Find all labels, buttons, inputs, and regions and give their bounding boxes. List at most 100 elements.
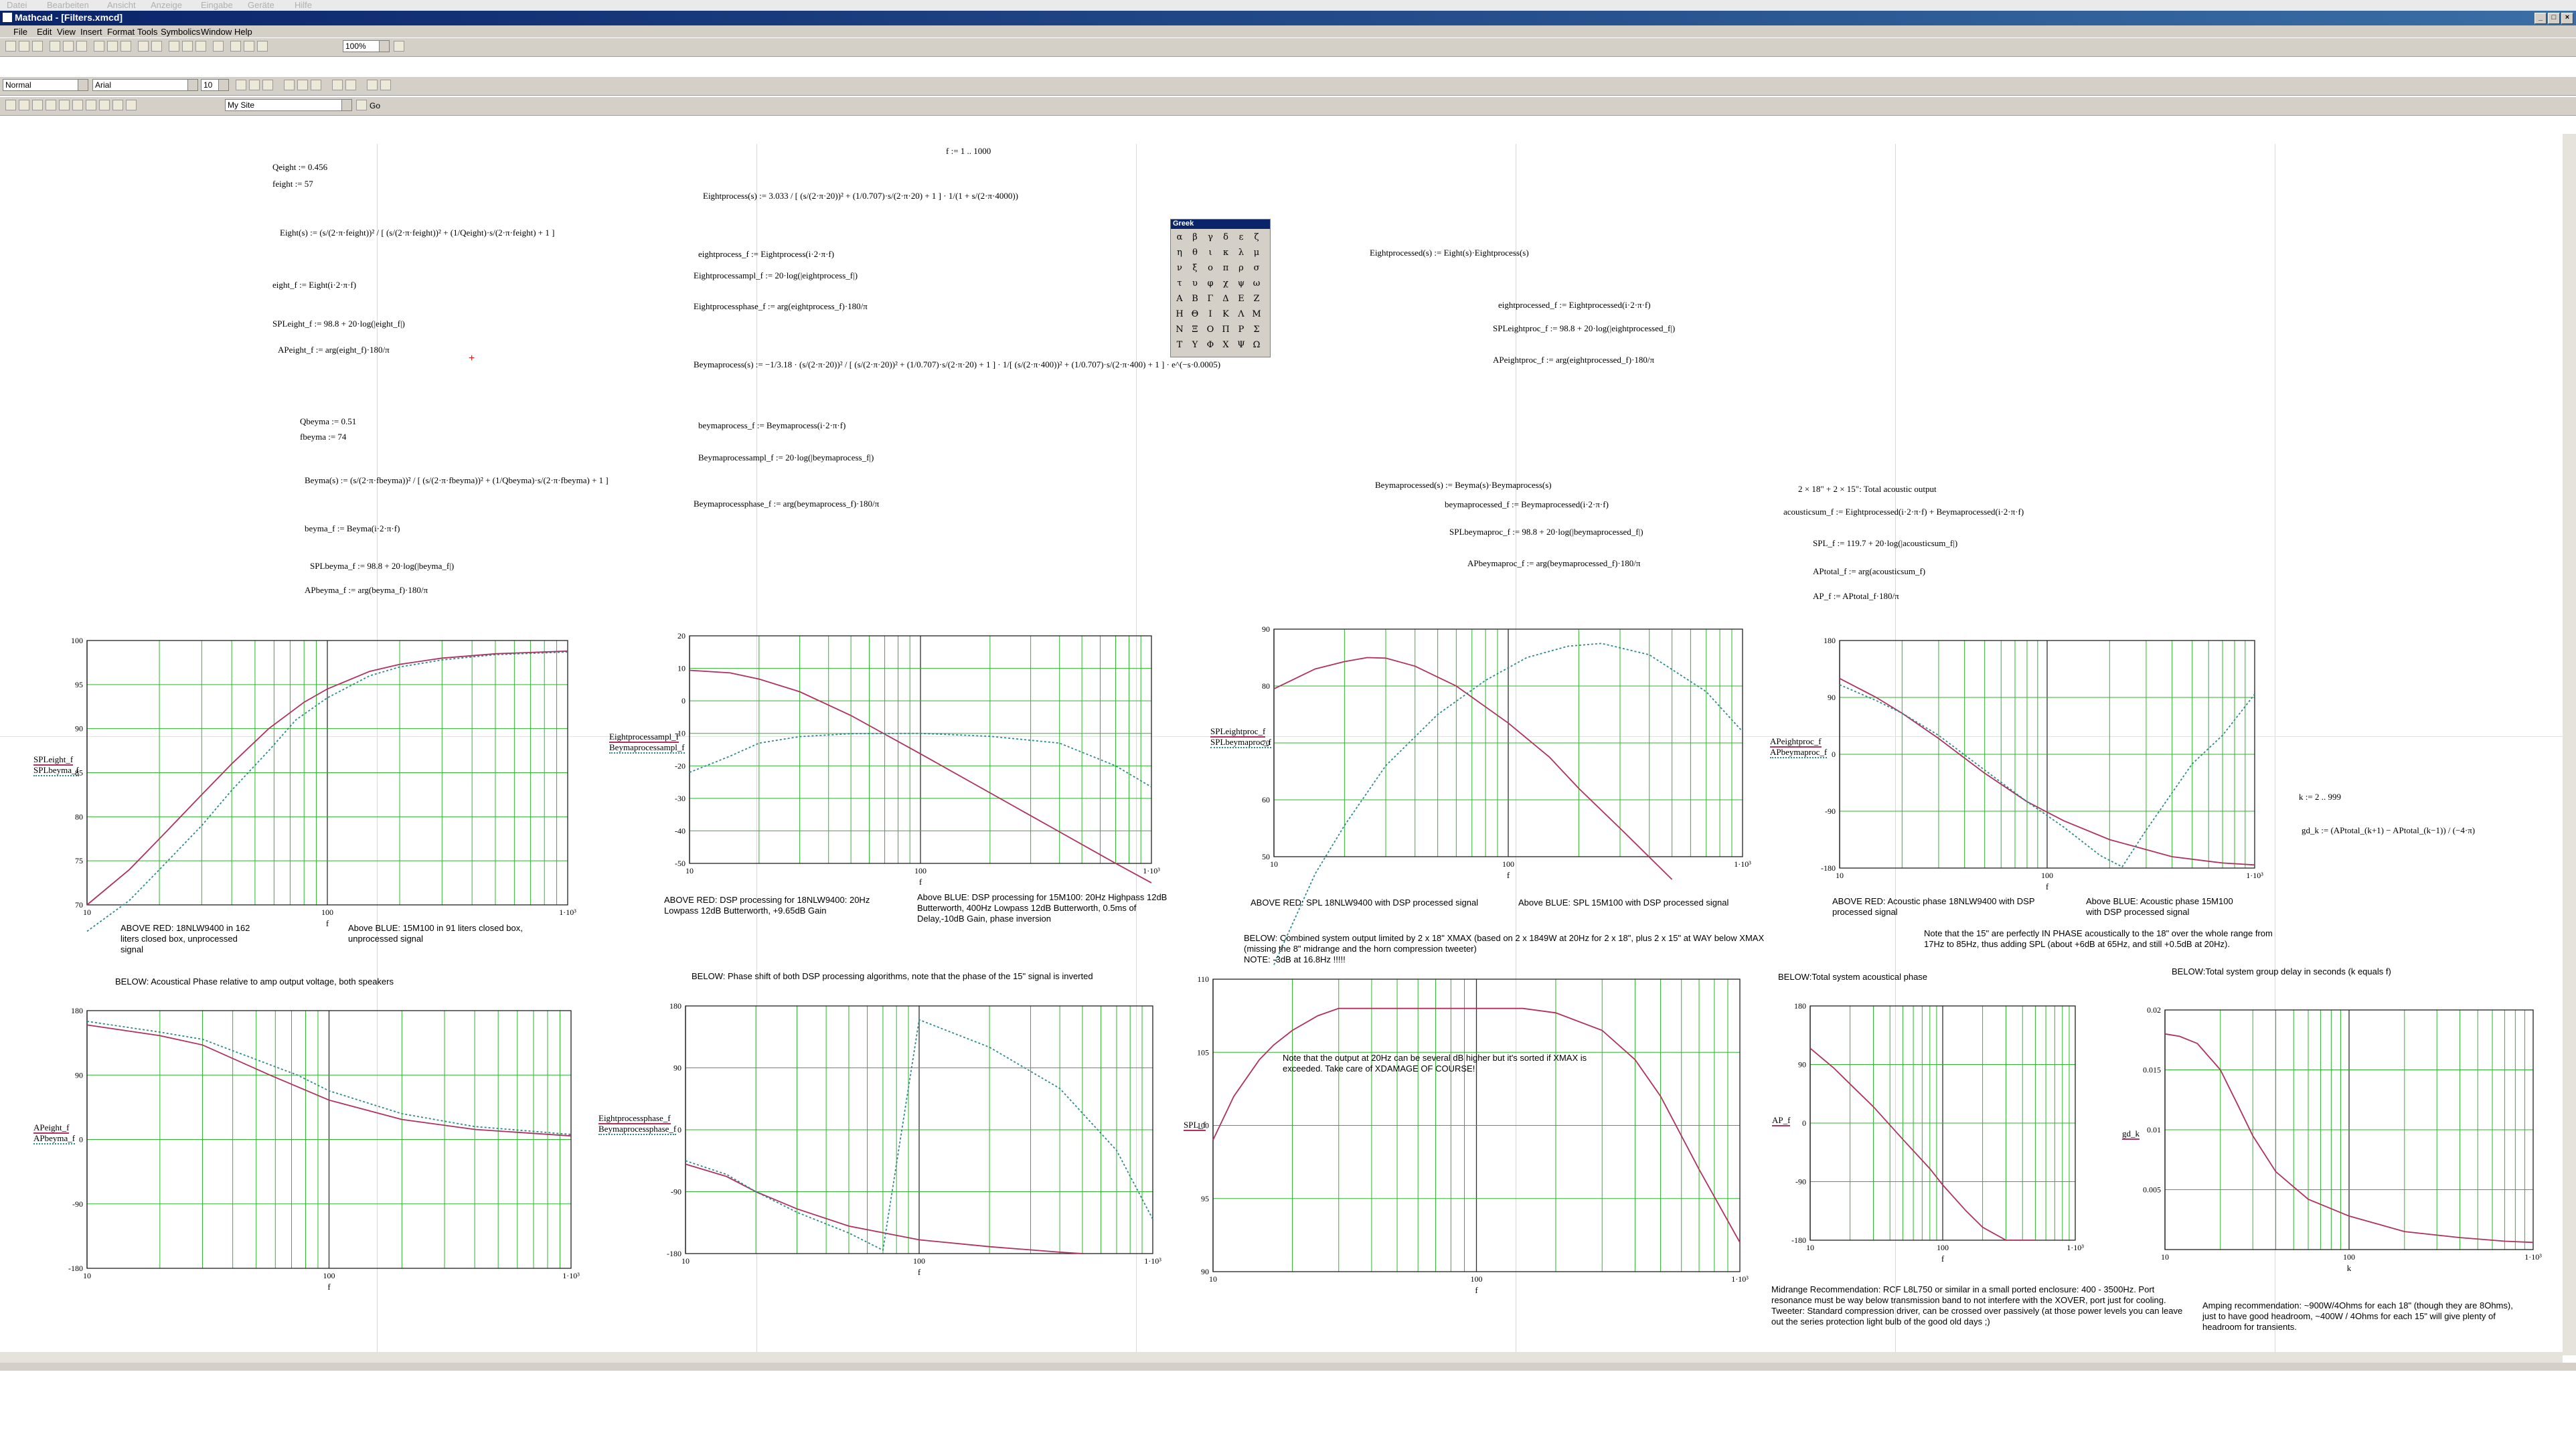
greek-letter-button[interactable]: Η bbox=[1174, 309, 1186, 321]
eq-eight-def[interactable]: Eight(s) := (s/(2·π·feight))² / [ (s/(2·… bbox=[280, 228, 554, 238]
note-plot3-3db[interactable]: NOTE: -3dB at 16.8Hz !!!!! bbox=[1244, 954, 1512, 965]
greek-letter-button[interactable]: Ρ bbox=[1235, 324, 1247, 336]
greek-letter-button[interactable]: υ bbox=[1189, 278, 1201, 290]
go-label[interactable]: Go bbox=[370, 101, 380, 110]
greek-letter-button[interactable]: Κ bbox=[1220, 309, 1232, 321]
menu-symbolics[interactable]: Symbolics bbox=[161, 27, 200, 37]
plot-phase-unprocessed[interactable]: 180 90 0 -90 -18010 100 1·10³ f bbox=[47, 1004, 611, 1302]
eq-k-range[interactable]: k := 2 .. 999 bbox=[2299, 792, 2341, 802]
eq-beymaprocess-f[interactable]: beymaprocess_f := Beymaprocess(i·2·π·f) bbox=[698, 420, 846, 431]
greek-letter-button[interactable]: Α bbox=[1174, 293, 1186, 305]
os-menu-item[interactable]: Bearbeiten bbox=[47, 0, 89, 10]
eq-eightprocessampl[interactable]: Eightprocessampl_f := 20·log(|eightproce… bbox=[694, 270, 858, 281]
greek-letter-button[interactable]: ι bbox=[1204, 247, 1216, 259]
greek-letter-button[interactable]: Φ bbox=[1204, 339, 1216, 351]
resource-select[interactable]: My Site bbox=[225, 99, 352, 111]
greek-letter-button[interactable]: Ω bbox=[1251, 339, 1263, 351]
spell-check-icon[interactable] bbox=[76, 41, 87, 52]
note-plot2-red[interactable]: ABOVE RED: DSP processing for 18NLW9400:… bbox=[664, 895, 885, 916]
note-plot2-blue[interactable]: Above BLUE: DSP processing for 15M100: 2… bbox=[917, 892, 1178, 924]
plot-total-phase[interactable]: 180 90 0 -90 -18010 100 1·10³ f bbox=[1770, 999, 2115, 1274]
menu-file[interactable]: File bbox=[13, 27, 27, 37]
greek-letter-button[interactable]: γ bbox=[1204, 232, 1216, 244]
font-size-select[interactable]: 10 bbox=[201, 79, 229, 91]
greek-letter-button[interactable]: δ bbox=[1220, 232, 1232, 244]
eq-spl-beyma[interactable]: SPLbeyma_f := 98.8 + 20·log(|beyma_f|) bbox=[310, 561, 454, 572]
help-icon[interactable] bbox=[394, 41, 404, 52]
greek-letter-button[interactable]: Ι bbox=[1204, 309, 1216, 321]
eq-f-range[interactable]: f := 1 .. 1000 bbox=[946, 146, 991, 157]
programming-icon[interactable] bbox=[86, 100, 96, 110]
plot-group-delay[interactable]: 0.02 0.015 0.01 0.005 10 100 1·10³ k bbox=[2125, 1003, 2573, 1283]
align-center-icon[interactable] bbox=[297, 80, 308, 90]
os-menu-item[interactable]: Eingabe bbox=[201, 0, 233, 10]
eq-spl-eight[interactable]: SPLeight_f := 98.8 + 20·log(|eight_f|) bbox=[272, 319, 405, 329]
greek-letter-button[interactable]: σ bbox=[1251, 262, 1263, 274]
greek-letter-button[interactable]: π bbox=[1220, 262, 1232, 274]
eq-eightprocessphase[interactable]: Eightprocessphase_f := arg(eightprocess_… bbox=[694, 301, 868, 312]
greek-letter-button[interactable]: ο bbox=[1204, 262, 1216, 274]
greek-letter-button[interactable]: Β bbox=[1189, 293, 1201, 305]
eq-beymaprocessampl[interactable]: Beymaprocessampl_f := 20·log(|beymaproce… bbox=[698, 452, 874, 463]
eq-beymaprocessed-f[interactable]: beymaprocessed_f := Beymaprocessed(i·2·π… bbox=[1445, 499, 1609, 510]
greek-letter-button[interactable]: Ε bbox=[1235, 293, 1247, 305]
greek-letter-button[interactable]: Τ bbox=[1174, 339, 1186, 351]
greek-letter-button[interactable]: Σ bbox=[1251, 324, 1263, 336]
bold-icon[interactable] bbox=[236, 80, 246, 90]
note-plot8-below[interactable]: BELOW:Total system acoustical phase bbox=[1778, 972, 1979, 983]
note-plot3-blue[interactable]: Above BLUE: SPL 15M100 with DSP processe… bbox=[1518, 898, 1773, 908]
eq-eightprocess-def[interactable]: Eightprocess(s) := 3.033 / [ (s/(2·π·20)… bbox=[703, 191, 1018, 201]
menu-view[interactable]: View bbox=[57, 27, 76, 37]
symbolic-icon[interactable] bbox=[112, 100, 123, 110]
plot-spl-unprocessed[interactable]: 100 95 90 85 80 75 7010 100 1·10³ f bbox=[47, 634, 608, 938]
minimize-icon[interactable]: _ bbox=[2534, 13, 2547, 24]
eq-eightprocessed-f[interactable]: eightprocessed_f := Eightprocessed(i·2·π… bbox=[1498, 300, 1651, 311]
modifier-icon[interactable] bbox=[126, 100, 137, 110]
subscript-icon[interactable] bbox=[367, 80, 378, 90]
eq-ap-deg[interactable]: AP_f := APtotal_f·180/π bbox=[1813, 591, 1899, 602]
cut-icon[interactable] bbox=[94, 41, 104, 52]
print-icon[interactable] bbox=[50, 41, 60, 52]
note-plot9-below[interactable]: BELOW:Total system group delay in second… bbox=[2172, 966, 2393, 977]
eq-beyma-def[interactable]: Beyma(s) := (s/(2·π·fbeyma))² / [ (s/(2·… bbox=[305, 475, 609, 486]
greek-letter-button[interactable]: ξ bbox=[1189, 262, 1201, 274]
eq-gd-def[interactable]: gd_k := (APtotal_(k+1) − APtotal_(k−1)) … bbox=[2302, 825, 2475, 836]
undo-icon[interactable] bbox=[138, 41, 149, 52]
greek-icon[interactable] bbox=[99, 100, 110, 110]
note-amping[interactable]: Amping recommendation: ~900W/4Ohms for e… bbox=[2202, 1300, 2524, 1333]
note-in-phase[interactable]: Note that the 15" are perfectly IN PHASE… bbox=[1924, 928, 2279, 950]
calculator-icon[interactable] bbox=[5, 100, 16, 110]
note-midrange[interactable]: Midrange Recommendation: RCF L8L750 or s… bbox=[1771, 1284, 2186, 1327]
eq-spl-total[interactable]: SPL_f := 119.7 + 20·log(|acousticsum_f|) bbox=[1813, 538, 1957, 549]
eq-fbeyma[interactable]: fbeyma := 74 bbox=[300, 432, 346, 442]
plot-total-spl[interactable]: 110 105 100 95 9010 100 1·10³ f bbox=[1173, 972, 1780, 1305]
greek-letter-button[interactable]: β bbox=[1189, 232, 1201, 244]
greek-letter-button[interactable]: λ bbox=[1235, 247, 1247, 259]
print-preview-icon[interactable] bbox=[63, 41, 74, 52]
os-menu-item[interactable]: Hilfe bbox=[295, 0, 312, 10]
eq-acoustic-sum[interactable]: acousticsum_f := Eightprocessed(i·2·π·f)… bbox=[1783, 507, 2024, 517]
redo-icon[interactable] bbox=[151, 41, 162, 52]
matrix-icon[interactable] bbox=[32, 100, 43, 110]
greek-letter-button[interactable]: Χ bbox=[1220, 339, 1232, 351]
eq-beymaprocessphase[interactable]: Beymaprocessphase_f := arg(beymaprocess_… bbox=[694, 499, 879, 509]
eq-qeight[interactable]: Qeight := 0.456 bbox=[272, 162, 327, 173]
note-plot3-red[interactable]: ABOVE RED: SPL 18NLW9400 with DSP proces… bbox=[1251, 898, 1505, 908]
resources-icon[interactable] bbox=[257, 41, 268, 52]
eq-beymaprocessed-def[interactable]: Beymaprocessed(s) := Beyma(s)·Beymaproce… bbox=[1375, 480, 1552, 491]
insert-component-icon[interactable] bbox=[244, 41, 254, 52]
greek-letter-button[interactable]: κ bbox=[1220, 247, 1232, 259]
note-plot7-xmax[interactable]: Note that the output at 20Hz can be seve… bbox=[1283, 1053, 1597, 1074]
note-plot3-below[interactable]: BELOW: Combined system output limited by… bbox=[1244, 933, 1773, 954]
plot-spl-processed[interactable]: 90 80 70 60 5010 100 1·10³ f bbox=[1234, 622, 1783, 965]
save-icon[interactable] bbox=[32, 41, 43, 52]
greek-letter-button[interactable]: Ψ bbox=[1235, 339, 1247, 351]
go-icon[interactable] bbox=[356, 100, 367, 110]
calculate-icon[interactable] bbox=[213, 41, 224, 52]
eq-spl-eightproc[interactable]: SPLeightproc_f := 98.8 + 20·log(|eightpr… bbox=[1493, 323, 1675, 334]
menu-insert[interactable]: Insert bbox=[80, 27, 102, 37]
greek-letter-button[interactable]: ρ bbox=[1235, 262, 1247, 274]
os-menu-item[interactable]: Anzeige bbox=[151, 0, 182, 10]
eq-beyma-f[interactable]: beyma_f := Beyma(i·2·π·f) bbox=[305, 523, 400, 534]
plot-dsp-amplitude[interactable]: 20100-10-20-30-40-5010 100 1·10³f bbox=[649, 629, 1192, 897]
